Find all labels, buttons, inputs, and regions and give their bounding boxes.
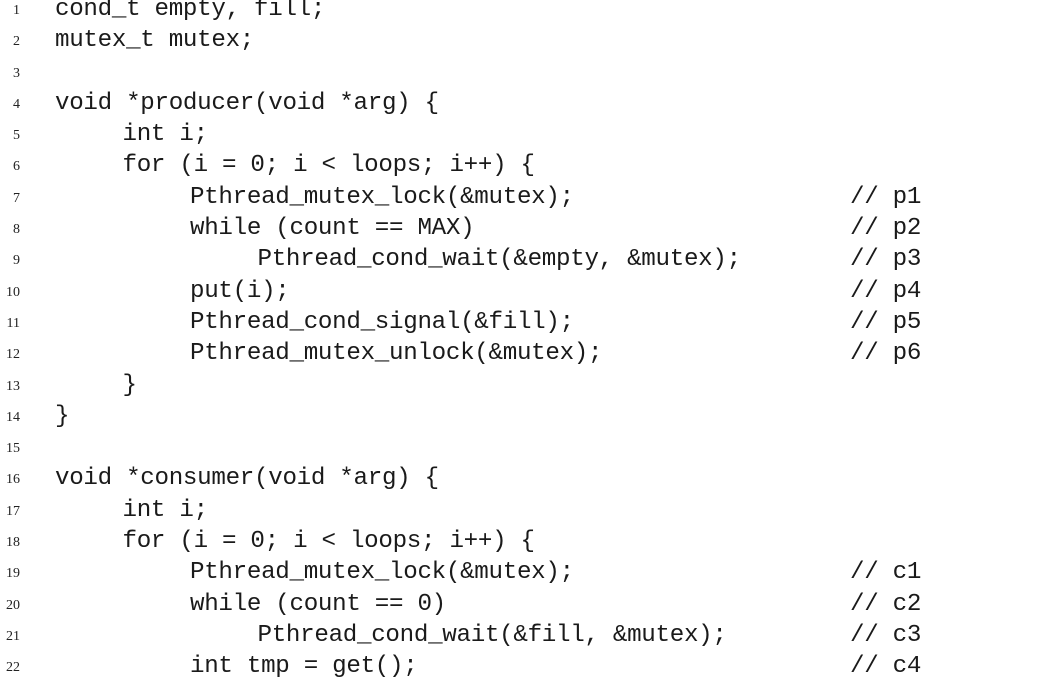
code-text: while (count == MAX)	[190, 215, 475, 243]
line-number: 10	[6, 284, 20, 300]
code-text: }	[122, 371, 138, 399]
line-number: 4	[13, 96, 20, 112]
line-number: 12	[6, 347, 20, 363]
line-number: 7	[13, 190, 20, 206]
code-text: Pthread_cond_signal(&fill);	[190, 308, 574, 336]
line-number: 5	[13, 128, 20, 144]
code-line: 18 for (i = 0; i < loops; i++) {	[0, 526, 1054, 557]
code-line: 13}	[0, 370, 1054, 401]
code-line: 6 for (i = 0; i < loops; i++) {	[0, 150, 1054, 181]
line-number: 1	[13, 3, 20, 18]
line-number: 17	[6, 503, 20, 519]
line-number: 15	[6, 441, 20, 457]
code-text: Pthread_mutex_lock(&mutex);	[190, 559, 574, 587]
code-comment: // p6	[850, 340, 922, 368]
code-comment: // p2	[850, 215, 922, 243]
code-line: 17 int i;	[0, 495, 1054, 526]
line-number: 3	[13, 65, 20, 81]
code-line: 15	[0, 432, 1054, 463]
code-text: void *producer(void *arg) {	[55, 89, 439, 117]
code-listing: 1 cond_t empty, fill; 2 mutex_t mutex; 3 4…	[0, 0, 1054, 683]
line-number: 2	[13, 34, 20, 50]
line-number: 8	[13, 222, 20, 238]
code-line: 10 put(i); // p4	[0, 276, 1054, 307]
line-number: 19	[6, 566, 20, 582]
code-text: mutex_t mutex;	[55, 27, 255, 55]
code-text: Pthread_cond_wait(&empty, &mutex);	[257, 246, 742, 274]
code-text: put(i);	[190, 277, 290, 305]
code-text: int i;	[122, 496, 209, 524]
code-text: Pthread_mutex_unlock(&mutex);	[190, 340, 603, 368]
code-comment: // c3	[850, 621, 922, 649]
line-number: 9	[13, 253, 20, 269]
line-number: 18	[6, 535, 20, 551]
code-line: 11 Pthread_cond_signal(&fill); // p5	[0, 307, 1054, 338]
code-line: 2 mutex_t mutex;	[0, 25, 1054, 56]
code-text: void *consumer(void *arg) {	[55, 465, 439, 493]
code-text: Pthread_cond_wait(&fill, &mutex);	[257, 621, 727, 649]
line-number: 11	[6, 315, 20, 331]
code-text: cond_t empty, fill;	[55, 0, 326, 23]
code-line: 8 while (count == MAX) // p2	[0, 213, 1054, 244]
code-text: Pthread_mutex_lock(&mutex);	[190, 183, 574, 211]
code-line: 22 int tmp = get(); // c4	[0, 651, 1054, 682]
line-number: 21	[6, 628, 20, 644]
line-number: 6	[13, 159, 20, 175]
line-number: 14	[6, 409, 20, 425]
code-line: 4 void *producer(void *arg) {	[0, 88, 1054, 119]
line-number: 20	[6, 597, 20, 613]
code-line: 5 int i;	[0, 119, 1054, 150]
code-line: 7 Pthread_mutex_lock(&mutex); // p1	[0, 182, 1054, 213]
line-number: 16	[6, 472, 20, 488]
code-text: for (i = 0; i < loops; i++) {	[122, 152, 536, 180]
code-comment: // p5	[850, 308, 922, 336]
line-number: 13	[6, 378, 20, 394]
code-line: 12 Pthread_mutex_unlock(&mutex); // p6	[0, 338, 1054, 369]
code-text: int tmp = get();	[190, 653, 418, 681]
code-comment: // p3	[850, 246, 922, 274]
code-text: int i;	[122, 121, 209, 149]
line-number: 22	[6, 660, 20, 676]
code-comment: // c4	[850, 653, 922, 681]
code-comment: // c2	[850, 590, 922, 618]
code-line: 19 Pthread_mutex_lock(&mutex); // c1	[0, 557, 1054, 588]
code-line: 9 Pthread_cond_wait(&empty, &mutex); // p3	[0, 244, 1054, 275]
code-text: while (count == 0)	[190, 590, 446, 618]
code-text: }	[55, 402, 70, 430]
code-comment: // p4	[850, 277, 922, 305]
code-line: 1 cond_t empty, fill;	[0, 0, 1054, 25]
code-line: 20 while (count == 0) // c2	[0, 589, 1054, 620]
code-text: for (i = 0; i < loops; i++) {	[122, 528, 536, 556]
code-line: 21 Pthread_cond_wait(&fill, &mutex); // c3	[0, 620, 1054, 651]
code-comment: // c1	[850, 559, 922, 587]
code-line: 16 void *consumer(void *arg) {	[0, 463, 1054, 494]
code-comment: // p1	[850, 183, 922, 211]
code-line: 14}	[0, 401, 1054, 432]
code-line: 3	[0, 57, 1054, 88]
